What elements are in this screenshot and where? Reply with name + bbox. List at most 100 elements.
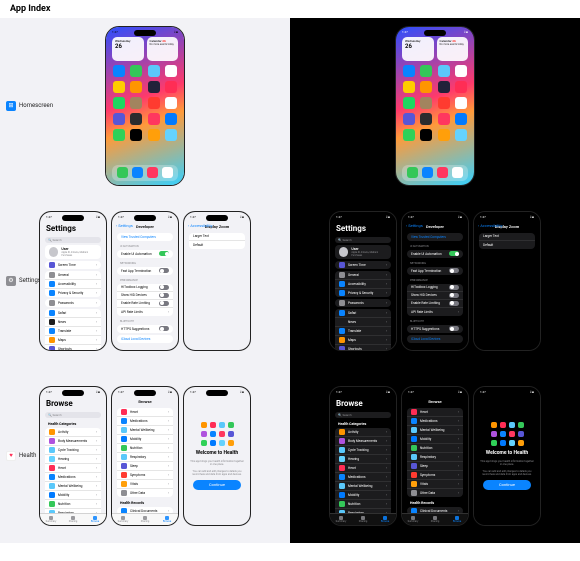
toggle[interactable] <box>449 301 459 306</box>
list-item[interactable]: Larger Text <box>189 233 245 241</box>
dock-icon[interactable] <box>117 167 128 178</box>
app-icon[interactable] <box>148 65 160 77</box>
list-item[interactable]: Fast App Termination <box>117 267 173 275</box>
app-icon[interactable] <box>455 113 467 125</box>
list-item[interactable]: Enable UI Automation <box>407 250 463 258</box>
toggle[interactable] <box>449 268 459 273</box>
app-icon[interactable] <box>438 113 450 125</box>
list-item[interactable]: Safari› <box>335 309 391 318</box>
tab-summary[interactable]: Summary <box>402 514 424 525</box>
app-icon[interactable] <box>148 129 160 141</box>
list-item[interactable]: Shortcuts› <box>335 345 391 351</box>
dock-icon[interactable] <box>422 167 433 178</box>
list-item[interactable]: Mental Wellbeing› <box>335 482 391 491</box>
list-item[interactable]: HIToolbox Logging <box>117 284 173 292</box>
list-item[interactable]: Mobility› <box>335 491 391 500</box>
dock-icon[interactable] <box>437 167 448 178</box>
app-icon[interactable] <box>113 65 125 77</box>
list-item[interactable]: iCloud Local Devices <box>117 335 173 343</box>
app-icon[interactable] <box>165 113 177 125</box>
back-button[interactable]: ‹ Accessibility <box>478 223 503 228</box>
list-item[interactable]: Nutrition› <box>117 444 173 453</box>
app-icon[interactable] <box>403 81 415 93</box>
list-item[interactable]: Enable Rate Limiting <box>117 300 173 308</box>
list-item[interactable]: Sleep› <box>407 462 463 471</box>
list-item[interactable]: Translate› <box>335 327 391 336</box>
list-item[interactable]: Mental Wellbeing› <box>45 482 101 491</box>
app-icon[interactable] <box>130 129 142 141</box>
tab-sharing[interactable]: Sharing <box>424 514 446 525</box>
tab-sharing[interactable]: Sharing <box>352 514 374 525</box>
list-item[interactable]: HTTPS Suggestions <box>117 325 173 333</box>
app-icon[interactable] <box>438 65 450 77</box>
toggle[interactable] <box>159 301 169 306</box>
app-icon[interactable] <box>113 129 125 141</box>
app-icon[interactable] <box>420 113 432 125</box>
widget-calendar-2[interactable]: Calendar 26No more events today <box>437 37 469 61</box>
list-item[interactable]: Mental Wellbeing› <box>407 426 463 435</box>
app-icon[interactable] <box>455 81 467 93</box>
list-item[interactable]: Nutrition› <box>335 500 391 509</box>
widget-calendar[interactable]: Wednesday26 <box>112 37 144 61</box>
list-item[interactable]: Heart› <box>45 464 101 473</box>
dock-icon[interactable] <box>162 167 173 178</box>
list-item[interactable]: Maps› <box>45 336 101 345</box>
list-item[interactable]: Sleep› <box>117 462 173 471</box>
app-icon[interactable] <box>455 65 467 77</box>
list-item[interactable]: Hearing› <box>45 455 101 464</box>
list-item[interactable]: Mental Wellbeing› <box>117 426 173 435</box>
tab-sharing[interactable]: Sharing <box>134 514 156 525</box>
list-item[interactable]: Nutrition› <box>45 500 101 509</box>
list-item[interactable]: Respiratory› <box>117 453 173 462</box>
list-item[interactable]: News› <box>335 318 391 327</box>
list-item[interactable]: HTTPS Suggestions <box>407 325 463 333</box>
list-item[interactable]: HIToolbox Logging <box>407 284 463 292</box>
list-item[interactable]: Default <box>189 241 245 249</box>
list-item[interactable]: Cycle Tracking› <box>335 446 391 455</box>
list-item[interactable]: Other Data› <box>407 489 463 497</box>
profile-row[interactable]: UserApple ID, iCloud+, Media & Purchases <box>45 245 101 259</box>
list-item[interactable]: Mobility› <box>45 491 101 500</box>
list-item[interactable]: Medications› <box>335 473 391 482</box>
app-icon[interactable] <box>165 97 177 109</box>
back-button[interactable]: ‹ Accessibility <box>188 223 213 228</box>
app-icon[interactable] <box>438 97 450 109</box>
list-item[interactable]: General› <box>335 271 391 280</box>
tab-summary[interactable]: Summary <box>40 514 62 525</box>
app-icon[interactable] <box>113 113 125 125</box>
app-icon[interactable] <box>403 97 415 109</box>
list-item[interactable]: Mobility› <box>407 435 463 444</box>
list-item[interactable]: Safari› <box>45 309 101 318</box>
app-icon[interactable] <box>403 113 415 125</box>
list-item[interactable]: Enable UI Automation <box>117 250 173 258</box>
app-icon[interactable] <box>148 81 160 93</box>
toggle[interactable] <box>159 268 169 273</box>
list-item[interactable]: Heart› <box>335 464 391 473</box>
dock-icon[interactable] <box>132 167 143 178</box>
list-item[interactable]: Nutrition› <box>407 444 463 453</box>
list-item[interactable]: Larger Text <box>479 233 535 241</box>
search-input[interactable]: 🔍 Search <box>335 412 391 418</box>
list-item[interactable]: Activity› <box>45 428 101 437</box>
list-item[interactable]: Translate› <box>45 327 101 336</box>
app-icon[interactable] <box>165 65 177 77</box>
list-item[interactable]: Heart› <box>407 408 463 417</box>
app-icon[interactable] <box>403 129 415 141</box>
app-icon[interactable] <box>165 81 177 93</box>
list-item[interactable]: Vitals› <box>407 480 463 489</box>
list-item[interactable]: Maps› <box>335 336 391 345</box>
continue-button[interactable]: Continue <box>193 480 242 490</box>
list-item[interactable]: Symptoms› <box>117 471 173 480</box>
app-icon[interactable] <box>130 113 142 125</box>
list-item[interactable]: Enable Rate Limiting <box>407 300 463 308</box>
list-item[interactable]: Show HID Devices <box>117 292 173 300</box>
toggle[interactable] <box>159 251 169 256</box>
list-item[interactable]: Body Measurements› <box>45 437 101 446</box>
app-icon[interactable] <box>420 81 432 93</box>
list-item[interactable]: Medications› <box>407 417 463 426</box>
list-item[interactable]: Heart› <box>117 408 173 417</box>
list-item[interactable]: Default <box>479 241 535 249</box>
list-item[interactable]: Shortcuts› <box>45 345 101 351</box>
toggle[interactable] <box>159 285 169 290</box>
widget-calendar-2[interactable]: Calendar 26No more events today <box>147 37 179 61</box>
